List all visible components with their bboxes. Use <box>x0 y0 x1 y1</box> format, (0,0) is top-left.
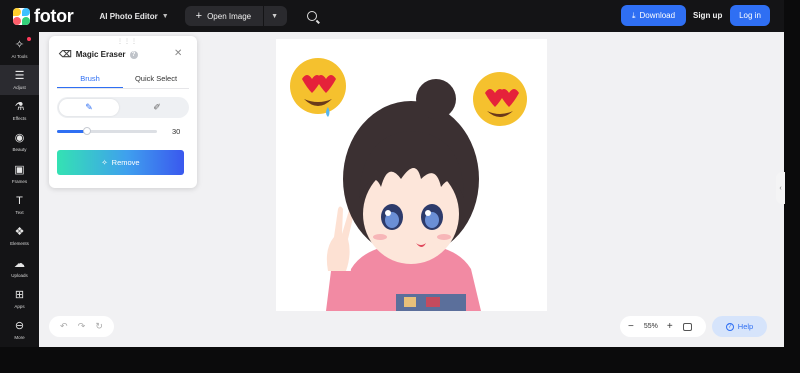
magic-eraser-panel: ⋮⋮⋮ ⌫ Magic Eraser ? ✕ Brush Quick Selec… <box>49 36 197 188</box>
panel-title: Magic Eraser <box>75 50 126 59</box>
log-in-button[interactable]: Log in <box>730 5 770 26</box>
more-icon: ⊖ <box>14 320 25 333</box>
photo-canvas[interactable] <box>276 39 547 311</box>
bottom-strip <box>0 347 800 373</box>
frame-icon: ▣ <box>14 163 25 176</box>
restore-brush-icon[interactable]: ✐ <box>127 99 187 116</box>
sidebar-item-label: More <box>14 335 25 341</box>
logo-text: fotor <box>34 5 74 26</box>
text-icon: T <box>16 195 23 207</box>
brush-size-slider[interactable] <box>57 127 157 135</box>
sparkle-icon: ✧ <box>101 158 108 167</box>
effects-icon: ⚗ <box>14 101 25 114</box>
close-icon[interactable]: ✕ <box>174 48 182 59</box>
sidebar-item-label: Apps <box>14 303 25 309</box>
history-controls: ↶ ↷ ↻ <box>49 316 114 337</box>
redo-icon[interactable]: ↷ <box>78 321 86 332</box>
remove-label: Remove <box>111 158 140 167</box>
sidebar-item-frames[interactable]: ▣ Frames <box>0 159 39 189</box>
sidebar-item-label: Uploads <box>11 272 28 278</box>
logo-mark-icon <box>13 7 30 25</box>
sidebar-item-uploads[interactable]: ☁ Uploads <box>0 253 39 283</box>
drag-handle-icon[interactable]: ⋮⋮⋮ <box>117 38 138 45</box>
sidebar-item-more[interactable]: ⊖ More <box>0 316 39 346</box>
eraser-icon: ⌫ <box>59 49 72 59</box>
zoom-in-icon[interactable]: + <box>667 321 673 332</box>
left-sidebar: ✧ AI Tools ☰ Adjust ⚗ Effects ◉ Beauty ▣ Frames T T… <box>0 32 39 347</box>
tab-quick-select[interactable]: Quick Select <box>123 74 189 88</box>
tab-brush[interactable]: Brush <box>57 74 123 88</box>
cloud-upload-icon: ☁ <box>14 257 25 270</box>
plus-icon: + <box>195 10 203 22</box>
sidebar-item-label: Adjust <box>13 84 26 90</box>
brush-size-value: 30 <box>172 127 181 136</box>
right-edge <box>784 0 800 347</box>
sidebar-item-label: Effects <box>12 116 27 122</box>
erase-brush-icon[interactable]: ✎ <box>59 99 119 116</box>
sidebar-item-label: Elements <box>10 241 29 247</box>
help-button[interactable]: ? Help <box>712 316 767 337</box>
editor-menu-label: AI Photo Editor <box>99 11 158 21</box>
eye-icon: ◉ <box>14 132 25 145</box>
editor-menu-dropdown[interactable]: AI Photo Editor ▼ <box>99 12 168 21</box>
zoom-value: 55% <box>643 323 658 330</box>
download-button[interactable]: ⤓ Download <box>621 5 686 26</box>
sidebar-item-label: AI Tools <box>11 53 28 59</box>
fit-screen-icon[interactable] <box>682 322 692 331</box>
notification-dot <box>27 37 31 41</box>
remove-button[interactable]: ✧ Remove <box>57 150 184 175</box>
open-image-label: Open Image <box>207 11 252 21</box>
undo-icon[interactable]: ↶ <box>60 321 68 332</box>
divider <box>263 6 265 26</box>
zoom-controls: − 55% + <box>620 316 706 337</box>
sidebar-item-elements[interactable]: ❖ Elements <box>0 222 39 252</box>
brush-mode-toggle: ✎ ✐ <box>57 97 189 118</box>
sidebar-item-adjust[interactable]: ☰ Adjust <box>0 65 39 96</box>
sidebar-item-text[interactable]: T Text <box>0 191 39 221</box>
sidebar-item-label: Text <box>15 210 24 215</box>
slider-thumb[interactable] <box>83 127 91 135</box>
sidebar-item-label: Beauty <box>12 147 27 153</box>
open-image-button[interactable]: + Open Image ▼ <box>184 6 287 26</box>
sidebar-item-label: Frames <box>11 178 28 184</box>
search-icon[interactable] <box>306 11 317 21</box>
question-icon: ? <box>725 322 734 331</box>
sidebar-item-beauty[interactable]: ◉ Beauty <box>0 128 39 158</box>
reset-icon[interactable]: ↻ <box>95 321 103 332</box>
sidebar-item-ai-tools[interactable]: ✧ AI Tools <box>0 34 39 64</box>
panel-header: ⌫ Magic Eraser ? <box>59 49 138 60</box>
eraser-mode-tabs: Brush Quick Select <box>57 74 189 89</box>
sidebar-item-effects[interactable]: ⚗ Effects <box>0 97 39 127</box>
fotor-logo[interactable]: fotor <box>13 5 74 27</box>
collapse-panel-handle[interactable]: ‹ <box>776 172 785 204</box>
apps-icon: ⊞ <box>14 288 25 301</box>
chevron-down-icon[interactable]: ▼ <box>271 13 278 20</box>
elements-icon: ❖ <box>14 226 25 239</box>
sign-up-link[interactable]: Sign up <box>693 11 722 20</box>
zoom-out-icon[interactable]: − <box>628 321 634 332</box>
chevron-down-icon: ▼ <box>161 12 169 20</box>
sidebar-item-apps[interactable]: ⊞ Apps <box>0 284 39 314</box>
help-icon[interactable]: ? <box>129 50 138 59</box>
anime-girl-image <box>290 58 527 311</box>
download-icon: ⤓ <box>631 10 636 20</box>
sliders-icon: ☰ <box>14 69 25 82</box>
download-label: Download <box>639 11 676 20</box>
magic-wand-icon: ✧ <box>14 38 25 51</box>
help-label: Help <box>737 322 754 331</box>
